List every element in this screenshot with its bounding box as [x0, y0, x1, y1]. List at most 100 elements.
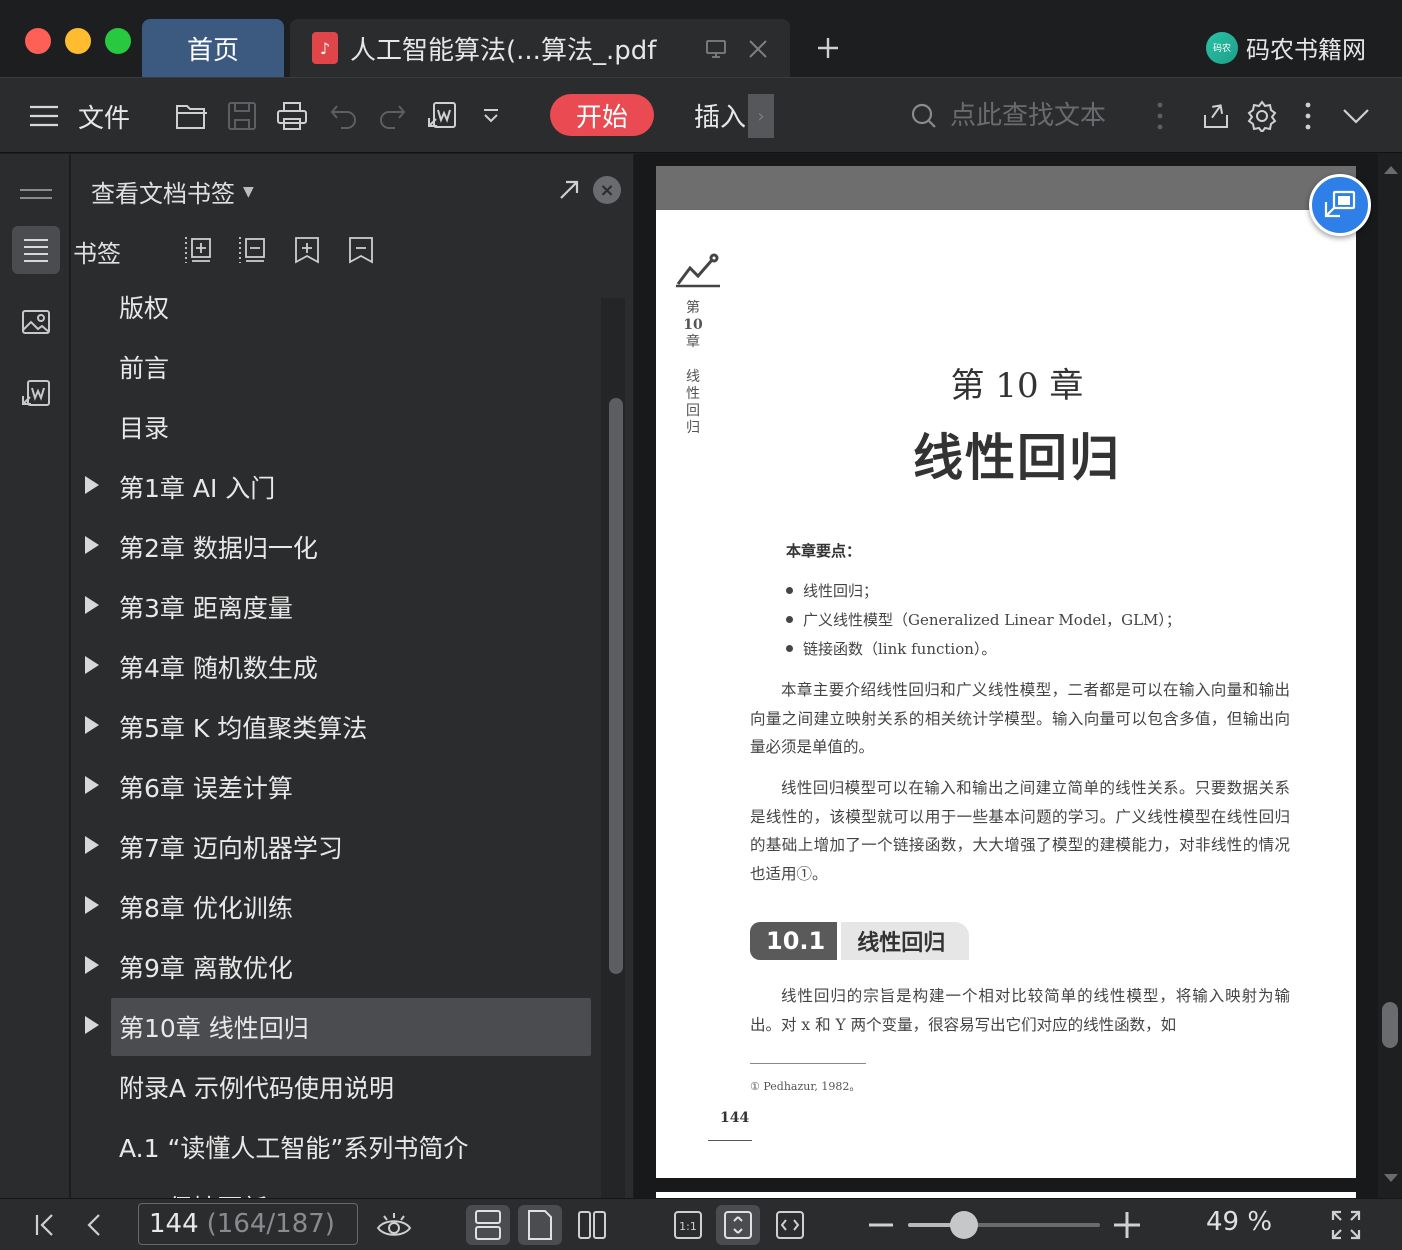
ribbon-overflow-button[interactable]: › — [748, 94, 774, 138]
body-paragraph: 线性回归的宗旨是构建一个相对比较简单的线性模型，将输入映射为输出。对 x 和 Y… — [750, 987, 1290, 1034]
tab-home[interactable]: 首页 — [142, 19, 284, 77]
bookmark-item[interactable]: 第2章 数据归一化 — [85, 518, 591, 576]
bookmark-item[interactable]: 第7章 迈向机器学习 — [85, 818, 591, 876]
bookmark-item[interactable]: 前言 — [111, 338, 591, 396]
collapse-all-icon[interactable] — [237, 234, 269, 266]
expand-all-icon[interactable] — [183, 234, 215, 266]
zoom-out-icon[interactable] — [866, 1205, 896, 1245]
previous-page-icon[interactable] — [80, 1205, 108, 1245]
share-icon[interactable] — [1198, 96, 1234, 136]
menu-icon[interactable] — [28, 96, 60, 136]
expand-arrow-icon[interactable] — [85, 656, 99, 674]
bookmark-item[interactable]: 第3章 距离度量 — [85, 578, 591, 636]
rail-bookmarks-button[interactable] — [12, 226, 60, 274]
window-mode-icon[interactable] — [704, 37, 728, 65]
open-folder-icon[interactable] — [174, 96, 210, 136]
bookmark-view-dropdown[interactable]: 查看文档书签 ▼ — [91, 174, 254, 209]
bookmark-item[interactable]: 版权 — [111, 278, 591, 336]
footnote-rule — [750, 1063, 866, 1064]
expand-arrow-icon[interactable] — [85, 716, 99, 734]
page-number-field[interactable]: 144 (164/187) — [138, 1203, 358, 1245]
bookmark-item[interactable]: 目录 — [111, 398, 591, 456]
svg-text:1:1: 1:1 — [679, 1220, 697, 1233]
two-page-icon[interactable] — [570, 1205, 614, 1245]
redo-icon[interactable] — [374, 96, 410, 136]
document-viewport[interactable]: 第 10 章 线性回归 第 10 章 线性回归 本章要点： 线性回归； 广义线性模型… — [634, 154, 1402, 1198]
bookmark-item[interactable]: 第5章 K 均值聚类算法 — [85, 698, 591, 756]
more-options-icon[interactable] — [1298, 96, 1318, 136]
fullscreen-icon[interactable] — [1328, 1205, 1364, 1245]
tab-document[interactable]: ♪ 人工智能算法(...算法_.pdf — [290, 19, 790, 77]
print-icon[interactable] — [274, 96, 310, 136]
dropdown-icon[interactable] — [476, 96, 506, 136]
floating-convert-button[interactable] — [1309, 174, 1371, 236]
brand[interactable]: 码农 码农书籍网 — [1206, 30, 1366, 65]
close-window-button[interactable] — [25, 28, 51, 54]
single-page-icon[interactable] — [518, 1205, 562, 1245]
zoom-window-button[interactable] — [105, 28, 131, 54]
scroll-down-icon[interactable] — [1384, 1174, 1398, 1182]
expand-arrow-icon[interactable] — [85, 836, 99, 854]
current-page-value: 144 — [149, 1209, 199, 1239]
expand-arrow-icon[interactable] — [85, 536, 99, 554]
fit-page-icon[interactable] — [716, 1205, 760, 1245]
save-icon[interactable] — [224, 96, 260, 136]
bookmark-label: 附录A 示例代码使用说明 — [119, 1074, 395, 1103]
expand-arrow-icon[interactable] — [85, 776, 99, 794]
bookmark-scrollbar-thumb[interactable] — [609, 398, 623, 974]
document-scrollbar-thumb[interactable] — [1382, 1002, 1398, 1048]
expand-arrow-icon[interactable] — [85, 476, 99, 494]
expand-arrow-icon[interactable] — [85, 896, 99, 914]
convert-to-word-icon — [22, 380, 50, 406]
minimize-window-button[interactable] — [65, 28, 91, 54]
expand-arrow-icon[interactable] — [85, 956, 99, 974]
bookmark-item[interactable]: A.1 “读懂人工智能”系列书简介 — [111, 1118, 591, 1176]
zoom-level[interactable]: 49 % — [1206, 1207, 1272, 1237]
expand-arrow-icon[interactable] — [85, 1016, 99, 1034]
settings-icon[interactable] — [1244, 96, 1280, 136]
bookmark-item[interactable]: A.2 保持更新 — [111, 1178, 591, 1198]
start-tab-button[interactable]: 开始 — [550, 94, 654, 136]
bookmark-item[interactable]: 第1章 AI 入门 — [85, 458, 591, 516]
actual-size-icon[interactable]: 1:1 — [666, 1205, 710, 1245]
bookmarks-label: 书签 — [73, 240, 121, 268]
footnote: ① Pedhazur, 1982。 — [750, 1080, 861, 1093]
insert-tab-button[interactable]: 插入 — [694, 94, 746, 136]
brand-logo: 码农 — [1206, 31, 1238, 64]
expand-arrow-icon[interactable] — [85, 596, 99, 614]
zoom-in-icon[interactable] — [1112, 1205, 1142, 1245]
brand-name: 码农书籍网 — [1246, 36, 1366, 64]
collapse-ribbon-icon[interactable] — [1338, 96, 1374, 136]
continuous-scroll-icon[interactable] — [466, 1205, 510, 1245]
close-tab-icon[interactable] — [746, 37, 770, 65]
rail-collapse-icon[interactable] — [12, 170, 60, 218]
first-page-icon[interactable] — [30, 1205, 60, 1245]
popout-panel-icon[interactable] — [555, 176, 583, 204]
fit-width-icon[interactable] — [768, 1205, 812, 1245]
add-bookmark-icon[interactable] — [291, 234, 323, 266]
new-tab-button[interactable] — [808, 26, 848, 70]
rail-thumbnails-button[interactable] — [12, 298, 60, 346]
remove-bookmark-icon[interactable] — [345, 234, 377, 266]
more-vertical-icon[interactable] — [1150, 96, 1170, 136]
eye-protection-icon[interactable] — [374, 1205, 414, 1245]
bookmark-item[interactable]: 第4章 随机数生成 — [85, 638, 591, 696]
bookmark-label: 前言 — [119, 354, 170, 383]
scroll-up-icon[interactable] — [1384, 166, 1398, 174]
rail-convert-button[interactable] — [12, 370, 60, 418]
pdf-icon: ♪ — [312, 32, 338, 64]
convert-to-word-icon[interactable] — [424, 96, 460, 136]
tab-document-label: 人工智能算法(...算法_.pdf — [350, 35, 657, 66]
bookmark-item[interactable]: 附录A 示例代码使用说明 — [111, 1058, 591, 1116]
zoom-slider-handle[interactable] — [950, 1211, 978, 1239]
bookmark-item[interactable]: 第9章 离散优化 — [85, 938, 591, 996]
close-panel-button[interactable]: × — [593, 176, 621, 204]
bookmark-item[interactable]: 第6章 误差计算 — [85, 758, 591, 816]
bookmark-item[interactable]: 第10章 线性回归 — [85, 998, 591, 1056]
section-number: 10.1 — [750, 922, 838, 960]
file-menu[interactable]: 文件 — [78, 96, 130, 136]
bookmark-item[interactable]: 第8章 优化训练 — [85, 878, 591, 936]
undo-icon[interactable] — [326, 96, 362, 136]
search-box[interactable] — [910, 94, 1130, 138]
search-input[interactable] — [950, 101, 1120, 131]
